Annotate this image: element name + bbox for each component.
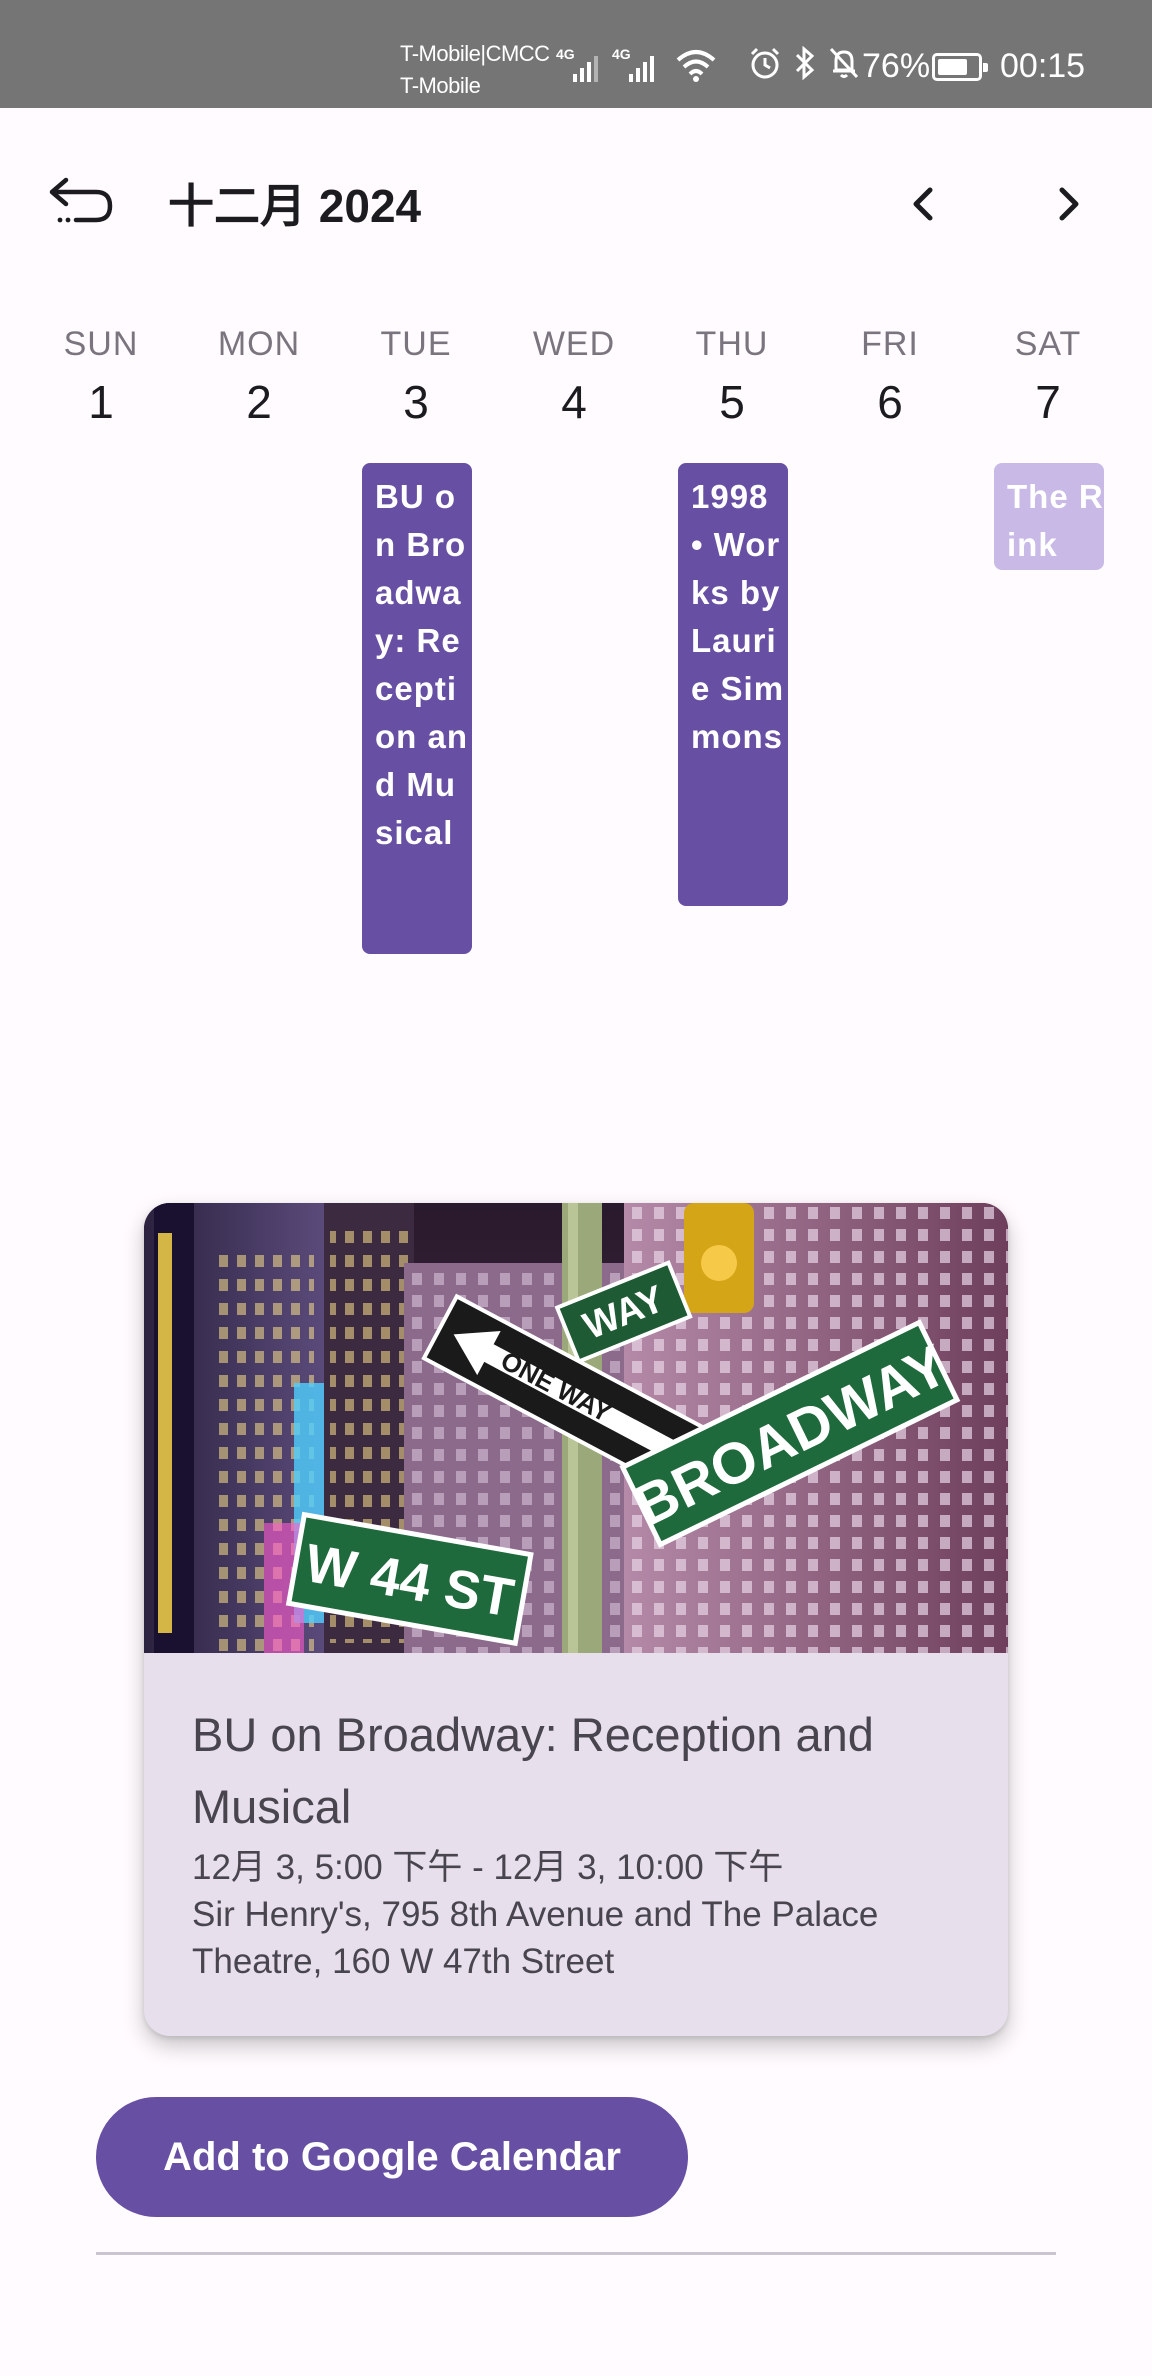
cellular-signal-icon: 4G bbox=[556, 46, 598, 82]
carrier-labels: T-Mobile|CMCC T-Mobile bbox=[400, 38, 550, 102]
back-arrow-icon bbox=[49, 177, 113, 223]
status-clock: 00:15 bbox=[1000, 47, 1086, 85]
battery-percentage: 76% bbox=[862, 47, 931, 85]
day-number: 5 bbox=[719, 376, 745, 428]
cellular-signals: 4G 4G bbox=[556, 46, 654, 82]
carrier-secondary: T-Mobile bbox=[400, 73, 481, 98]
broadway-street-sign-photo: WAY ONE WAY BROADWAY W 44 ST bbox=[144, 1203, 1008, 1653]
day-column-wed[interactable]: WED 4 bbox=[495, 322, 653, 432]
back-button[interactable] bbox=[46, 168, 122, 238]
day-column-mon[interactable]: MON 2 bbox=[180, 322, 338, 432]
day-name: THU bbox=[695, 325, 769, 363]
day-name: FRI bbox=[861, 325, 919, 363]
cellular-signal-icon: 4G bbox=[612, 46, 654, 82]
bell-off-icon bbox=[829, 47, 859, 79]
day-number: 7 bbox=[1035, 376, 1061, 428]
add-to-google-calendar-button[interactable]: Add to Google Calendar bbox=[96, 2097, 688, 2217]
day-name: MON bbox=[217, 325, 301, 363]
day-column-thu[interactable]: THU 5 bbox=[653, 322, 811, 432]
network-type-label: 4G bbox=[612, 46, 631, 62]
event-card-body: BU on Broadway: Reception and Musical 12… bbox=[192, 1699, 972, 1985]
status-bar: T-Mobile|CMCC T-Mobile 4G 4G 76% 00:15 bbox=[0, 0, 1152, 108]
chevron-left-icon bbox=[913, 187, 933, 221]
carrier-primary: T-Mobile|CMCC bbox=[400, 41, 550, 66]
alarm-icon bbox=[750, 47, 780, 79]
day-name: SUN bbox=[63, 325, 139, 363]
battery-icon bbox=[932, 53, 988, 81]
event-location: Sir Henry's, 795 8th Avenue and The Pala… bbox=[192, 1895, 879, 1981]
event-title: BU on Broadway: Reception and Musical bbox=[192, 1708, 874, 1833]
day-name: WED bbox=[532, 325, 616, 363]
month-title: 十二月 2024 bbox=[168, 180, 422, 232]
day-number: 1 bbox=[88, 376, 114, 428]
day-name: SAT bbox=[1014, 325, 1082, 363]
divider bbox=[96, 2252, 1056, 2255]
network-type-label: 4G bbox=[556, 46, 575, 62]
day-number: 6 bbox=[877, 376, 903, 428]
day-column-sun[interactable]: SUN 1 bbox=[22, 322, 180, 432]
event-time: 12月 3, 5:00 下午 - 12月 3, 10:00 下午 bbox=[192, 1848, 784, 1887]
event-chip-bu-on-broadway[interactable]: BU on Broadway: Reception and Musical bbox=[362, 463, 472, 954]
day-column-sat[interactable]: SAT 7 bbox=[969, 322, 1127, 432]
day-number: 4 bbox=[561, 376, 587, 428]
next-week-button[interactable] bbox=[1040, 172, 1096, 236]
event-chip-the-rink[interactable]: The Rink bbox=[994, 463, 1104, 570]
wifi-icon bbox=[676, 50, 716, 82]
day-name: TUE bbox=[380, 325, 452, 363]
system-icons bbox=[748, 46, 860, 80]
day-column-tue[interactable]: TUE 3 bbox=[337, 322, 495, 432]
day-number: 3 bbox=[403, 376, 429, 428]
event-chip-laurie-simmons[interactable]: 1998 • Works by Laurie Simmons bbox=[678, 463, 788, 906]
day-number: 2 bbox=[246, 376, 272, 428]
bluetooth-icon bbox=[795, 46, 815, 80]
previous-week-button[interactable] bbox=[896, 172, 952, 236]
event-detail-card[interactable]: WAY ONE WAY BROADWAY W 44 ST BU on Broad… bbox=[144, 1203, 1008, 2036]
day-column-fri[interactable]: FRI 6 bbox=[811, 322, 969, 432]
chevron-right-icon bbox=[1059, 187, 1079, 221]
event-image: WAY ONE WAY BROADWAY W 44 ST bbox=[144, 1203, 1008, 1653]
